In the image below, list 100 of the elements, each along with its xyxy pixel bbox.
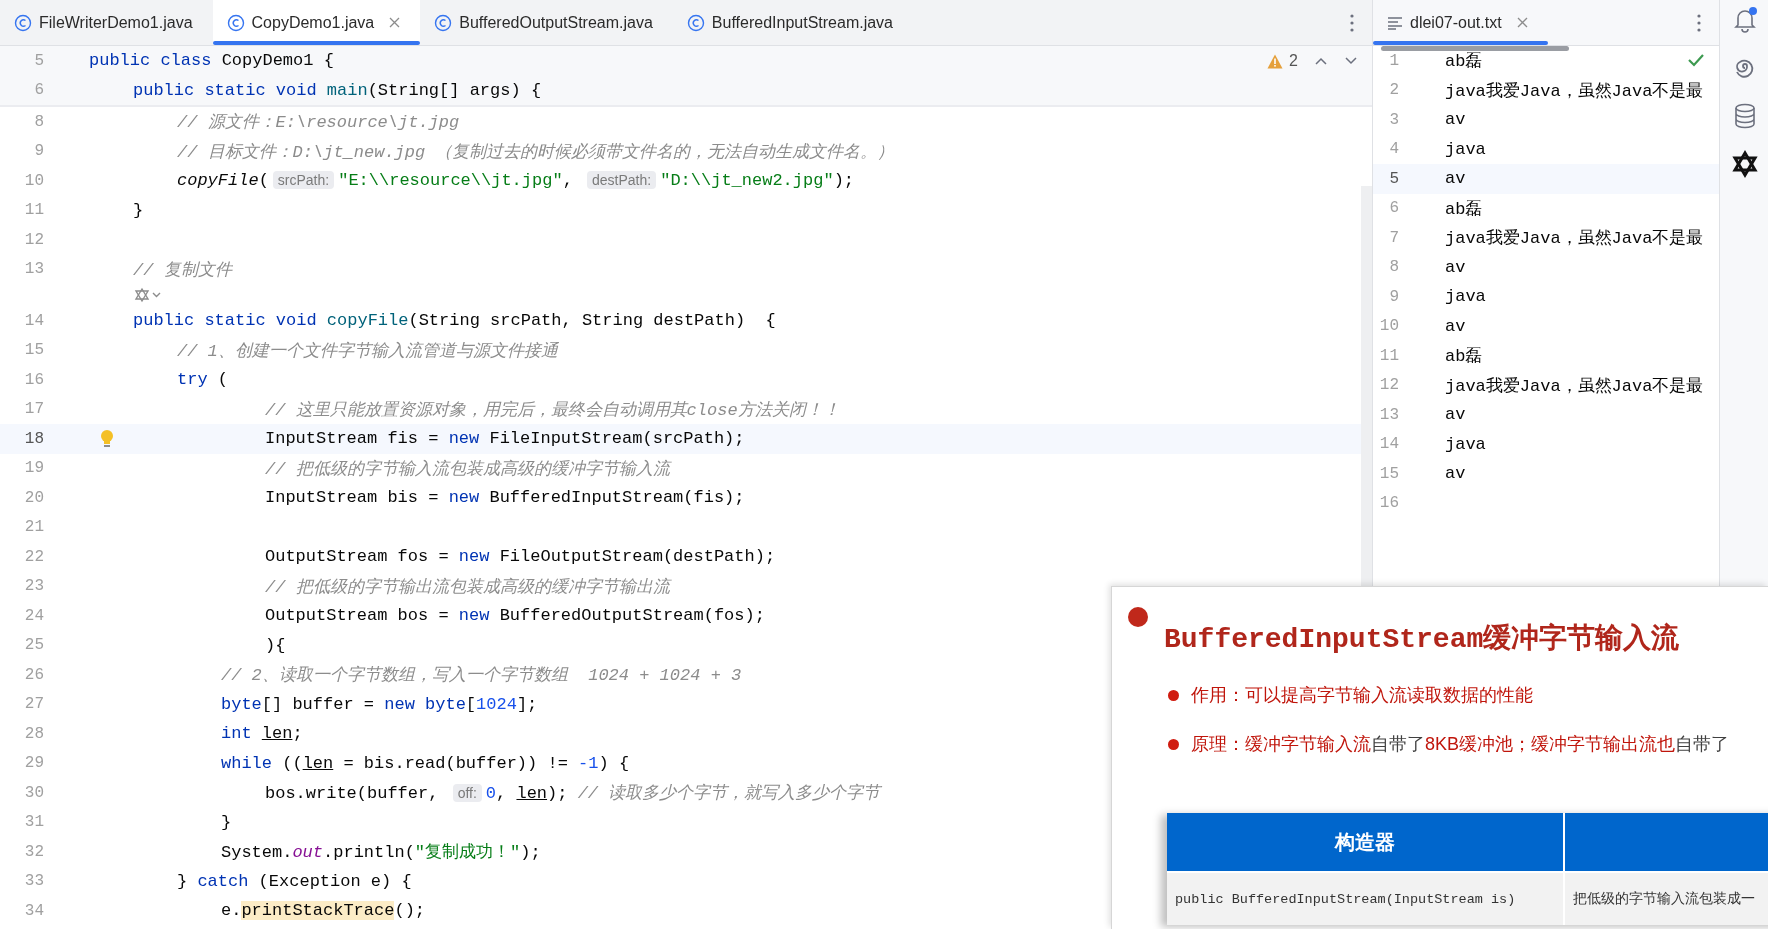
code-line: // 目标文件：D:\jt_new.jpg （复制过去的时候必须带文件名的，无法自动生成文件名。） [177,141,895,163]
code-line: InputStream fis = new FileInputStream(srcPath); [265,429,745,449]
line-number: 30 [23,783,44,802]
editor-tab[interactable]: FileWriterDemo1.java [0,0,213,45]
line-number: 25 [23,636,44,655]
text-line: av [1445,316,1466,336]
line-number: 2 [1388,81,1399,100]
text-line: java [1445,434,1486,454]
class-icon [14,13,32,32]
line-number: 29 [23,754,44,773]
code-line: } [133,200,144,220]
code-line: InputStream bis = new BufferedInputStream(fis); [265,488,745,508]
line-number: 9 [33,142,44,161]
editor-tab[interactable]: BufferedOutputStream.java [420,0,673,45]
code-line: // 这里只能放置资源对象，用完后，最终会自动调用其close方法关闭！！ [265,399,840,421]
line-number: 8 [1388,258,1399,277]
table-cell: public BufferedInputStream(InputStream is) [1167,871,1565,925]
line-number: 1 [1388,51,1399,70]
line-number: 4 [1388,140,1399,159]
text-line: java我爱Java，虽然Java不是最 [1445,80,1704,102]
line-number: 28 [23,724,44,743]
star-logo-icon[interactable] [1731,150,1759,178]
line-number: 21 [23,518,44,537]
text-line: av [1445,110,1466,130]
line-number: 20 [23,488,44,507]
line-number: 6 [33,81,44,100]
code-line: bos.write(buffer, off: 0, len); // 读取多少个字节，就写入多少个字节 [265,782,881,805]
bullet-icon [1168,738,1179,750]
close-icon[interactable] [1516,17,1528,28]
code-line: public static void main(String[] args) { [133,80,542,100]
text-line: java [1445,139,1486,159]
chevron-down-icon[interactable] [1344,56,1358,66]
table-header: 构造器 [1167,813,1565,871]
text-line: java我爱Java，虽然Java不是最 [1445,228,1704,250]
line-number: 26 [23,665,44,684]
line-number: 13 [1378,405,1399,424]
text-line: av [1445,169,1466,189]
text-line: av [1445,464,1466,484]
line-number: 5 [1388,169,1399,188]
line-number: 10 [1378,317,1399,336]
dot-icon [1127,606,1149,628]
class-icon [226,13,245,32]
scrollbar-thumb[interactable] [1381,46,1569,51]
more-icon[interactable] [1697,13,1701,33]
bullet-text: 原理：缓冲字节输入流自带了8KB缓冲池；缓冲字节输出流也自带了 [1191,733,1730,756]
text-line: av [1445,405,1466,425]
line-number: 13 [23,260,44,279]
text-line: av [1445,257,1466,277]
line-number: 12 [1378,376,1399,395]
check-icon [1687,52,1705,68]
code-line: OutputStream fos = new FileOutputStream(destPath); [265,547,776,567]
editor-tab[interactable]: CopyDemo1.java [212,0,421,45]
line-number: 6 [1388,199,1399,218]
line-number: 12 [23,230,44,249]
text-line: ab磊 [1445,346,1483,368]
code-line: // 把低级的字节输入流包装成高级的缓冲字节输入流 [265,458,670,480]
line-number: 10 [23,171,44,190]
line-number: 22 [23,547,44,566]
line-number: 15 [1378,464,1399,483]
line-number: 34 [23,901,44,920]
code-line: // 复制文件 [133,259,232,281]
code-line: // 源文件：E:\resource\jt.jpg [177,112,460,134]
line-number: 9 [1388,287,1399,306]
close-icon[interactable] [389,17,401,28]
table-cell: 把低级的字节输入流包装成一 [1565,871,1768,925]
lightbulb-icon[interactable] [100,429,114,449]
line-number: 7 [1388,228,1399,247]
code-line: // 把低级的字节输出流包装成高级的缓冲字节输出流 [265,576,670,598]
code-line: // 1、创建一个文件字节输入流管道与源文件接通 [177,340,558,362]
line-number: 33 [23,872,44,891]
code-line: copyFile( srcPath: "E:\\resource\\jt.jpg", destPath: "D:\\jt_new2.jpg"); [177,171,855,191]
code-line: System.out.println("复制成功！"); [221,842,541,864]
class-icon [434,13,453,32]
chevron-up-icon[interactable] [1314,56,1328,66]
line-number: 32 [23,842,44,861]
line-number: 5 [33,51,44,70]
text-line: java我爱Java，虽然Java不是最 [1445,375,1704,397]
code-line: while ((len = bis.read(buffer)) != -1) { [221,753,630,773]
scrollbar-thumb[interactable] [1361,186,1372,586]
line-number: 11 [1378,346,1399,365]
editor-tab[interactable]: BufferedInputStream.java [672,0,913,45]
code-line: // 2、读取一个字节数组，写入一个字节数组 1024 + 1024 + 3 [221,664,742,687]
code-line: ){ [265,635,286,655]
warning-count: 2 [1289,52,1298,70]
line-number: 8 [33,112,44,131]
bullet-text: 作用：可以提高字节输入流读取数据的性能 [1191,684,1533,707]
star-chevron-icon[interactable] [133,287,163,303]
code-line: int len; [221,724,303,744]
line-number: 16 [1378,494,1399,513]
code-line: } catch (Exception e) { [177,871,412,891]
line-number: 27 [23,695,44,714]
notification-bell-icon[interactable] [1731,6,1759,34]
line-number: 3 [1388,110,1399,129]
code-line: public static void copyFile(String srcPath, String destPath) { [133,311,776,331]
slide-title: BufferedInputStream缓冲字节输入流 [1164,621,1680,657]
warning-icon [1267,53,1284,69]
more-icon[interactable] [1350,13,1354,33]
line-number: 14 [23,311,44,330]
line-number: 19 [23,459,44,478]
text-file-icon [1387,15,1403,30]
